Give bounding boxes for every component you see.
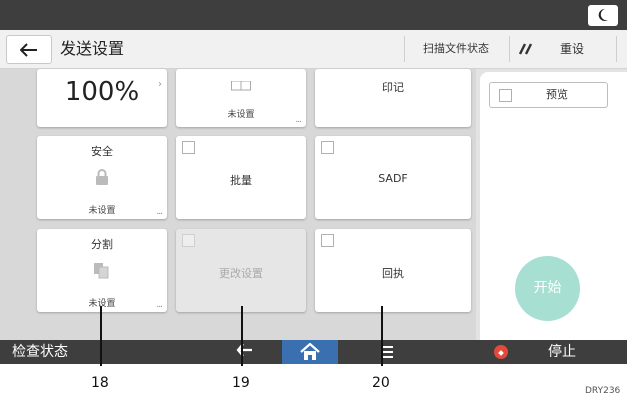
back-arrow-icon [20, 43, 37, 57]
home-button[interactable] [282, 340, 338, 364]
more-icon: ... [295, 115, 302, 125]
divider [616, 36, 617, 62]
sadf-checkbox[interactable] [321, 141, 334, 154]
batch-label: 批量 [230, 174, 252, 187]
stop-button[interactable]: 停止 [548, 340, 576, 364]
more-icon: ... [156, 207, 163, 217]
divide-title: 分割 [91, 238, 113, 251]
lock-icon [96, 169, 108, 185]
copies-icon [94, 263, 109, 279]
return-receipt-label: 回执 [382, 267, 404, 280]
callout-line [100, 306, 102, 366]
figure-code: DRY236 [585, 386, 621, 396]
start-label: 开始 [533, 280, 562, 296]
check-status-button[interactable]: 检查状态 [12, 340, 68, 364]
scale-value: 100% [64, 77, 140, 107]
security-status: 未设置 [88, 206, 116, 216]
divider [404, 36, 405, 62]
home-icon [300, 343, 320, 360]
back-button[interactable] [6, 35, 52, 64]
batch-tile[interactable]: 批量 [176, 136, 306, 219]
change-settings-label: 更改设置 [219, 267, 263, 280]
divider [509, 36, 510, 62]
more-icon: ... [156, 300, 163, 310]
preview-checkbox[interactable] [499, 89, 512, 102]
change-settings-checkbox[interactable] [182, 234, 195, 247]
moon-icon [598, 8, 608, 21]
top-status-bar [0, 0, 627, 30]
stamp-label: 印记 [382, 81, 404, 94]
callout-19: 19 [232, 375, 250, 391]
return-receipt-checkbox[interactable] [321, 234, 334, 247]
reset-icon [518, 43, 533, 55]
sadf-tile[interactable]: SADF [315, 136, 471, 219]
chevron-right-icon: › [158, 79, 162, 90]
callout-18: 18 [91, 375, 109, 391]
callout-line [381, 306, 383, 366]
stamp-tile[interactable]: 印记 [315, 69, 471, 127]
top-middle-status: 未设置 [227, 110, 255, 120]
energy-saver-button[interactable] [588, 5, 618, 26]
scan-status-button[interactable]: 扫描文件状态 [406, 36, 506, 62]
preview-label: 预览 [546, 88, 568, 101]
security-title: 安全 [91, 145, 113, 158]
reset-label: 重设 [560, 42, 585, 56]
batch-checkbox[interactable] [182, 141, 195, 154]
back-arrow-icon [236, 343, 252, 357]
scale-tile[interactable]: 100% › [37, 69, 167, 127]
callout-line [241, 306, 243, 366]
page-title: 发送设置 [60, 39, 125, 58]
change-settings-tile[interactable]: 更改设置 [176, 229, 306, 312]
back-nav-button[interactable] [236, 342, 254, 362]
top-middle-tile[interactable]: 未设置 ... [176, 69, 306, 127]
callout-20: 20 [372, 375, 390, 391]
reset-button[interactable]: 重设 [512, 36, 612, 62]
start-button[interactable]: 开始 [515, 256, 580, 321]
security-tile[interactable]: 安全 未设置 ... [37, 136, 167, 219]
divide-status: 未设置 [88, 299, 116, 309]
return-receipt-tile[interactable]: 回执 [315, 229, 471, 312]
preview-button[interactable]: 预览 [489, 82, 608, 108]
layout-icon [231, 81, 251, 91]
divide-tile[interactable]: 分割 未设置 ... [37, 229, 167, 312]
sadf-label: SADF [378, 172, 408, 185]
stop-icon[interactable] [494, 345, 508, 359]
